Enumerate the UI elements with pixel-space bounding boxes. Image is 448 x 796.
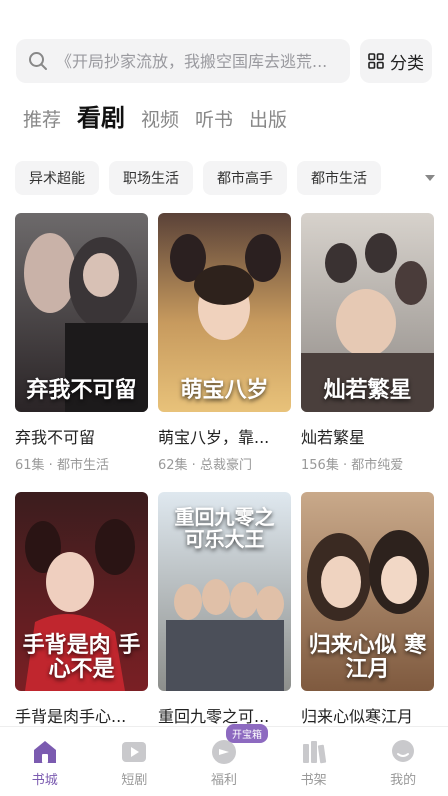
category-label: 分类	[390, 53, 424, 74]
drama-title[interactable]: 重回九零之可...	[158, 703, 291, 727]
tab-audiobook[interactable]: 听书	[195, 105, 233, 132]
drama-poster[interactable]: 灿若繁星	[301, 213, 434, 412]
poster-title: 归来心似 寒江月	[308, 631, 427, 682]
drama-title[interactable]: 萌宝八岁，靠...	[158, 424, 291, 448]
nav-profile[interactable]: 我的	[358, 727, 448, 796]
profile-icon	[392, 740, 415, 762]
chip-expand-button[interactable]	[420, 161, 440, 195]
play-icon	[122, 742, 147, 762]
drama-grid: 弃我不可留 弃我不可留 61集 · 都市生活 萌宝八岁 萌宝八岁，靠... 62…	[15, 213, 434, 771]
nav-label: 福利	[210, 773, 237, 788]
poster-title: 手背是肉 手心不是	[22, 631, 141, 682]
genre-chips: 异术超能 职场生活 都市高手 都市生活	[15, 161, 440, 195]
nav-welfare[interactable]: 开宝箱 福利	[179, 724, 269, 796]
bottom-nav: 书城 短剧 开宝箱 福利 书架 我的	[0, 724, 448, 796]
drama-title[interactable]: 归来心似寒江月	[301, 703, 434, 727]
welfare-badge: 开宝箱	[225, 724, 268, 743]
nav-label: 短剧	[121, 773, 148, 788]
poster-title: 重回九零之 可乐大王	[174, 505, 275, 551]
nav-label: 书城	[31, 773, 58, 788]
chip-supernatural[interactable]: 异术超能	[15, 161, 99, 195]
drama-title[interactable]: 手背是肉手心...	[15, 703, 148, 727]
drama-card[interactable]: 萌宝八岁 萌宝八岁，靠... 62集 · 总裁豪门	[158, 213, 291, 492]
chip-urban-life[interactable]: 都市生活	[297, 161, 381, 195]
tab-recommend[interactable]: 推荐	[23, 105, 61, 132]
nav-bookstore[interactable]: 书城	[0, 727, 90, 796]
tab-video[interactable]: 视频	[141, 105, 179, 132]
drama-meta: 156集 · 都市纯爱	[301, 458, 404, 473]
nav-bookshelf[interactable]: 书架	[269, 727, 359, 796]
chip-workplace[interactable]: 职场生活	[109, 161, 193, 195]
search-row: 分类	[16, 39, 432, 83]
search-icon	[29, 52, 47, 70]
drama-meta: 62集 · 总裁豪门	[158, 458, 252, 473]
drama-meta: 61集 · 都市生活	[15, 458, 109, 473]
poster-title: 萌宝八岁	[180, 376, 269, 403]
poster-title: 灿若繁星	[323, 376, 412, 403]
search-input[interactable]	[56, 51, 338, 71]
content-tabs: 推荐 看剧 视频 听书 出版	[23, 98, 287, 133]
drama-title[interactable]: 灿若繁星	[301, 424, 434, 448]
grid-icon	[368, 53, 384, 69]
bookshelf-icon	[302, 741, 326, 764]
caret-down-icon	[425, 175, 435, 181]
nav-short-drama[interactable]: 短剧	[90, 727, 180, 796]
drama-title[interactable]: 弃我不可留	[15, 424, 148, 448]
drama-card[interactable]: 灿若繁星 灿若繁星 156集 · 都市纯爱	[301, 213, 434, 492]
drama-poster[interactable]: 归来心似 寒江月	[301, 492, 434, 691]
drama-poster[interactable]: 萌宝八岁	[158, 213, 291, 412]
drama-poster[interactable]: 弃我不可留	[15, 213, 148, 412]
nav-label: 我的	[390, 773, 417, 788]
category-button[interactable]: 分类	[360, 39, 432, 83]
tab-publish[interactable]: 出版	[249, 105, 287, 132]
drama-poster[interactable]: 重回九零之 可乐大王	[158, 492, 291, 691]
drama-poster[interactable]: 手背是肉 手心不是	[15, 492, 148, 691]
tab-drama[interactable]: 看剧	[77, 98, 125, 133]
poster-title: 弃我不可留	[26, 376, 137, 403]
chip-urban-master[interactable]: 都市高手	[203, 161, 287, 195]
nav-label: 书架	[300, 773, 327, 788]
search-bar[interactable]	[16, 39, 350, 83]
drama-card[interactable]: 弃我不可留 弃我不可留 61集 · 都市生活	[15, 213, 148, 492]
home-icon	[33, 741, 56, 763]
